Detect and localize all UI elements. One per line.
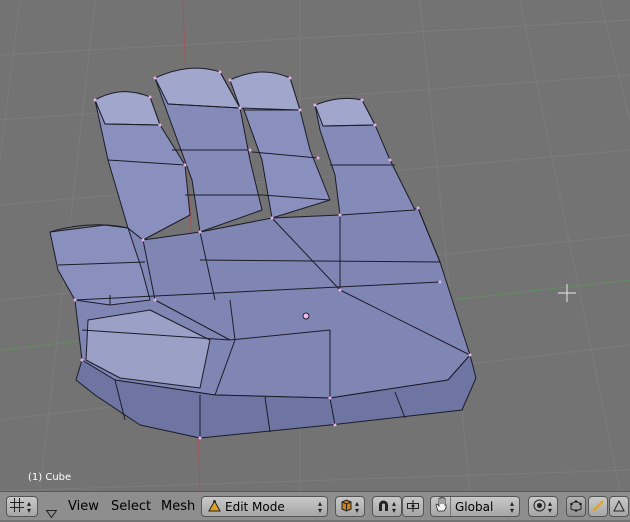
viewport-header: ▴ ▾ View Select Mesh Edit Mode ▴ ▾ ▴ ▾ ▴ ▾ bbox=[0, 491, 630, 520]
3d-viewport[interactable]: (1) Cube bbox=[0, 0, 630, 491]
menu-view[interactable]: View bbox=[68, 499, 99, 514]
face-select-button[interactable] bbox=[609, 496, 629, 517]
active-object-label: (1) Cube bbox=[28, 472, 72, 483]
pivot-button[interactable] bbox=[402, 496, 424, 517]
updown-arrows-icon: ▴ ▾ bbox=[548, 498, 553, 515]
grid-icon bbox=[10, 497, 24, 516]
snap-button[interactable]: ▴ ▾ bbox=[372, 496, 402, 517]
proportional-edit-button[interactable]: ▴ ▾ bbox=[528, 496, 558, 517]
viewport-shading-button[interactable]: ▴ ▾ bbox=[335, 496, 365, 517]
editor-type-button[interactable]: ▴ ▾ bbox=[6, 496, 38, 517]
triangle-down-icon[interactable] bbox=[45, 503, 58, 522]
updown-arrows-icon: ▴ ▾ bbox=[355, 498, 360, 515]
updown-arrows-icon: ▴ ▾ bbox=[27, 498, 32, 515]
edge-select-icon bbox=[592, 497, 604, 516]
menu-select[interactable]: Select bbox=[111, 499, 151, 514]
pivot-icon bbox=[406, 497, 420, 516]
vertex-select-button[interactable] bbox=[566, 496, 586, 517]
transform-orientation-dropdown[interactable]: Global ▴ ▾ bbox=[430, 496, 520, 517]
viewport-scene bbox=[0, 0, 630, 491]
updown-arrows-icon: ▴ ▾ bbox=[317, 498, 322, 515]
menu-mesh[interactable]: Mesh bbox=[161, 499, 195, 514]
edit-mode-icon bbox=[208, 497, 221, 516]
magnet-icon bbox=[377, 497, 390, 516]
mode-dropdown[interactable]: Edit Mode ▴ ▾ bbox=[201, 496, 328, 517]
vertex-select-icon bbox=[570, 497, 582, 516]
face-select-icon bbox=[613, 497, 625, 516]
updown-arrows-icon: ▴ ▾ bbox=[509, 498, 514, 515]
updown-arrows-icon: ▴ ▾ bbox=[392, 498, 397, 515]
orientation-label: Global bbox=[455, 499, 494, 514]
hand-mesh[interactable] bbox=[49, 67, 477, 440]
proportional-edit-icon bbox=[533, 497, 546, 516]
hand-icon bbox=[434, 496, 451, 516]
median-point bbox=[302, 312, 310, 320]
edge-select-button[interactable] bbox=[588, 496, 608, 517]
mode-label: Edit Mode bbox=[225, 499, 285, 514]
cube-shading-icon bbox=[340, 497, 353, 516]
